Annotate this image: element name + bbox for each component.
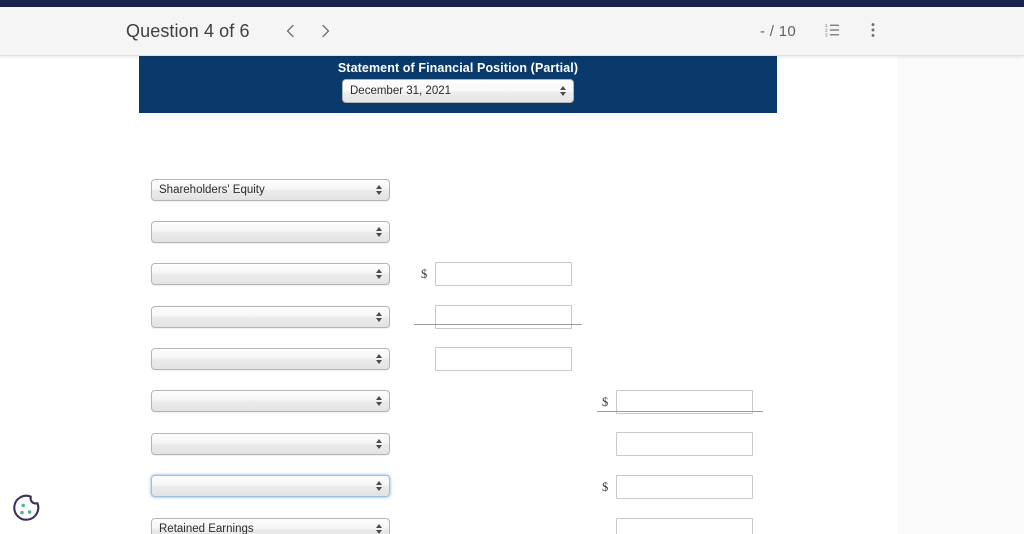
account-select-row-1-value: Shareholders' Equity xyxy=(159,184,265,196)
amount-input-row-5[interactable] xyxy=(435,347,572,371)
chevron-right-icon xyxy=(317,23,333,39)
account-select-row-5[interactable] xyxy=(151,348,390,370)
select-stepper-arrows-icon xyxy=(559,84,567,98)
page-title: Question 4 of 6 xyxy=(126,20,250,41)
svg-text:3: 3 xyxy=(825,32,828,37)
account-select-row-2[interactable] xyxy=(151,221,390,243)
ordered-list-icon: 1 2 3 xyxy=(824,21,842,42)
select-stepper-arrows-icon xyxy=(375,437,383,451)
dollar-sign-row-3: $ xyxy=(421,267,428,281)
account-select-row-9-value: Retained Earnings xyxy=(159,523,254,534)
select-stepper-arrows-icon xyxy=(375,394,383,408)
select-stepper-arrows-icon xyxy=(375,183,383,197)
cookie-settings-button[interactable] xyxy=(10,492,42,524)
header-right-group: - / 10 1 2 3 xyxy=(760,16,888,46)
top-accent-strip xyxy=(0,0,1024,7)
select-stepper-arrows-icon xyxy=(375,479,383,493)
select-stepper-arrows-icon xyxy=(375,267,383,281)
dollar-sign-row-8: $ xyxy=(602,480,609,494)
subtotal-rule-column-1 xyxy=(414,324,582,325)
amount-input-row-7[interactable] xyxy=(616,432,753,456)
account-select-row-8[interactable] xyxy=(151,475,390,497)
assignment-header-bar: Question 4 of 6 - / 10 1 2 3 xyxy=(0,7,1024,56)
statement-header-panel: Statement of Financial Position (Partial… xyxy=(139,56,777,113)
account-select-row-7[interactable] xyxy=(151,433,390,455)
account-select-row-6[interactable] xyxy=(151,390,390,412)
cookie-icon xyxy=(10,494,42,528)
header-left-group: Question 4 of 6 xyxy=(126,14,342,48)
select-stepper-arrows-icon xyxy=(375,310,383,324)
amount-input-row-3[interactable] xyxy=(435,262,572,286)
account-select-row-4[interactable] xyxy=(151,306,390,328)
chevron-left-icon xyxy=(283,23,299,39)
select-stepper-arrows-icon xyxy=(375,352,383,366)
amount-input-row-9[interactable] xyxy=(616,518,753,534)
statement-title: Statement of Financial Position (Partial… xyxy=(337,61,579,75)
next-question-button[interactable] xyxy=(308,14,342,48)
statement-date-select[interactable]: December 31, 2021 xyxy=(342,79,574,103)
account-select-row-3[interactable] xyxy=(151,263,390,285)
app-root: Question 4 of 6 - / 10 1 2 3 Statement o… xyxy=(0,0,1024,534)
subtotal-rule-column-2 xyxy=(597,411,763,412)
account-select-row-1[interactable]: Shareholders' Equity xyxy=(151,179,390,201)
kebab-menu-icon xyxy=(864,21,882,42)
score-display: - / 10 xyxy=(760,22,796,40)
page-gutter xyxy=(897,56,1024,534)
select-stepper-arrows-icon xyxy=(375,522,383,534)
amount-input-row-8[interactable] xyxy=(616,475,753,499)
account-select-row-9[interactable]: Retained Earnings xyxy=(151,518,390,534)
previous-question-button[interactable] xyxy=(274,14,308,48)
question-canvas: Statement of Financial Position (Partial… xyxy=(0,56,897,534)
select-stepper-arrows-icon xyxy=(375,225,383,239)
dollar-sign-row-6: $ xyxy=(602,395,609,409)
more-options-button[interactable] xyxy=(858,16,888,46)
amount-input-row-4[interactable] xyxy=(435,305,572,329)
statement-date-value: December 31, 2021 xyxy=(350,85,452,97)
question-list-button[interactable]: 1 2 3 xyxy=(818,16,848,46)
